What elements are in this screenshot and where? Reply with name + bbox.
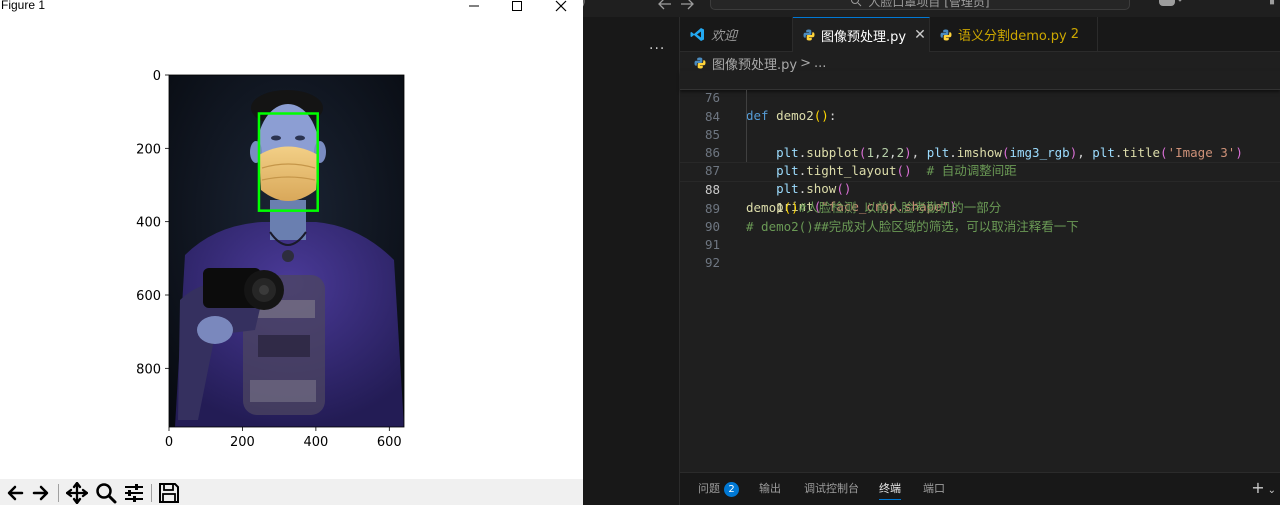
more-actions-icon[interactable]: ···	[649, 41, 665, 57]
code-line: 91	[680, 218, 1280, 252]
vscode-window: ) 人脸口罩项目 [管理员] ▮ ··· 欢迎	[583, 0, 1280, 505]
x-tick-label: 400	[303, 435, 328, 450]
copilot-icon[interactable]	[1157, 0, 1183, 12]
y-tick-label: 600	[136, 289, 161, 304]
problems-count-badge: 2	[724, 482, 739, 497]
problem-count-badge: 2	[1070, 27, 1079, 42]
editor-tabs: 欢迎 图像预处理.py ✕ 语义分割demo.py 2	[680, 17, 1280, 52]
python-file-icon	[694, 57, 706, 69]
bottom-panel: 问题 2 输出 调试控制台 终端 端口 + ⌄	[680, 472, 1280, 505]
forward-nav-icon[interactable]	[680, 0, 694, 14]
code-line: 92	[680, 236, 1280, 270]
tab-label: 图像预处理.py	[821, 29, 907, 45]
tab-semantic-seg-demo[interactable]: 语义分割demo.py 2	[930, 17, 1098, 52]
code-line: 87 print("face_crop.shape")	[680, 144, 1280, 214]
zoom-icon[interactable]	[95, 482, 117, 504]
panel-tab-debug-console[interactable]: 调试控制台	[804, 479, 859, 499]
new-terminal-icon[interactable]: + ⌄	[1251, 478, 1276, 497]
vscode-logo-icon	[690, 27, 705, 42]
save-icon[interactable]	[158, 482, 180, 504]
panel-tab-problems[interactable]: 问题 2	[698, 479, 739, 499]
back-arrow-icon[interactable]	[4, 482, 26, 504]
toolbar-separator	[58, 484, 59, 502]
paren-fragment-icon: )	[583, 0, 586, 8]
tab-label: 欢迎	[711, 29, 738, 44]
y-tick-label: 800	[136, 362, 161, 377]
y-tick-label: 200	[136, 142, 161, 157]
panel-tab-terminal[interactable]: 终端	[879, 479, 901, 500]
tab-close-icon[interactable]: ✕	[914, 27, 926, 43]
x-tick-label: 600	[377, 435, 402, 450]
code-line: 89 # demo2()##完成对人脸区域的筛选，可以取消注释看一下	[680, 182, 1280, 234]
code-line: 85 plt.tight_layout() # 自动调整间距	[680, 108, 1280, 178]
portrait-image	[169, 75, 404, 427]
image-plot: 0 200 400 600 0 200 400 600 800	[136, 69, 405, 450]
matplotlib-toolbar	[0, 479, 583, 505]
code-line: 84 plt.subplot(1,2,2), plt.imshow(img3_r…	[680, 90, 1280, 160]
breadcrumb-file[interactable]: 图像预处理.py	[712, 54, 797, 73]
tab-welcome[interactable]: 欢迎	[680, 17, 793, 52]
side-area: ···	[583, 17, 680, 505]
y-tick-label: 400	[136, 216, 161, 231]
tab-image-preprocess[interactable]: 图像预处理.py ✕	[793, 17, 930, 52]
y-tick-label: 0	[153, 69, 161, 84]
search-icon	[851, 0, 862, 7]
code-line-current: 88 demo1()#人脸检测 以前人脸考勤机的一部分	[680, 162, 1280, 215]
code-editor[interactable]: 76 def demo2(): 84 plt.subplot(1,2,2), p…	[680, 71, 1280, 270]
code-line: 90	[680, 200, 1280, 234]
panel-tab-output[interactable]: 输出	[759, 479, 781, 499]
code-line: 86 plt.show()	[680, 126, 1280, 196]
tab-label: 语义分割demo.py	[958, 29, 1067, 44]
line-number: 92	[704, 255, 720, 270]
matplotlib-figure-window: Figure 1 0 200 400 600 0 200 400 600 800	[0, 0, 583, 505]
python-file-icon	[940, 29, 952, 41]
breadcrumb-symbol[interactable]: ...	[814, 56, 826, 71]
x-tick-label: 200	[230, 435, 255, 450]
account-icon[interactable]: ▮	[1269, 0, 1275, 6]
configure-subplots-icon[interactable]	[123, 482, 145, 504]
panel-tab-ports[interactable]: 端口	[923, 479, 945, 499]
forward-arrow-icon[interactable]	[30, 482, 52, 504]
title-bar: ) 人脸口罩项目 [管理员] ▮	[583, 0, 1280, 17]
back-nav-icon[interactable]	[658, 0, 672, 14]
x-tick-label: 0	[165, 435, 173, 450]
python-file-icon	[803, 29, 815, 41]
search-text: 人脸口罩项目 [管理员]	[868, 0, 990, 9]
editor-area: 欢迎 图像预处理.py ✕ 语义分割demo.py 2 图像预处理.py > .…	[680, 17, 1280, 472]
command-center-search[interactable]: 人脸口罩项目 [管理员]	[710, 0, 1130, 10]
toolbar-separator	[151, 484, 152, 502]
breadcrumb-separator: >	[800, 55, 811, 71]
code-line: 76 def demo2():	[680, 71, 1280, 123]
pan-icon[interactable]	[66, 482, 88, 504]
